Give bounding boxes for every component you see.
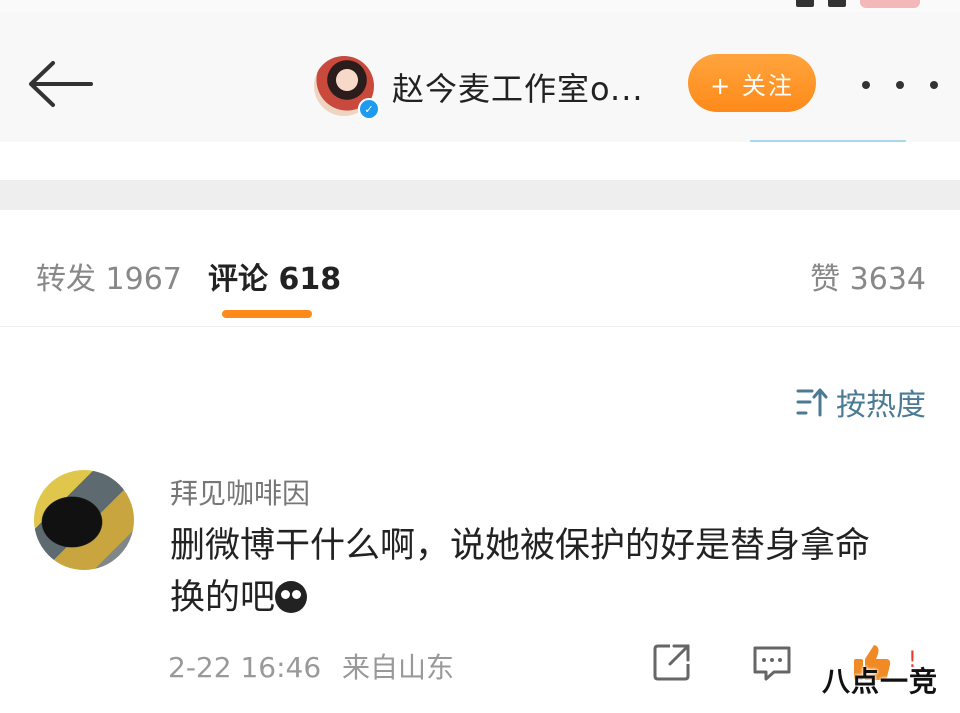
sort-button[interactable]: 按热度 xyxy=(796,380,926,424)
comment-text: 删微博干什么啊，说她被保护的好是替身拿命换的吧 xyxy=(170,520,890,624)
comment-source: 来自山东 xyxy=(342,651,455,684)
tab-bar: 转发 1967 评论 618 赞 3634 xyxy=(0,210,960,327)
comment-time: 2-22 16:46 xyxy=(168,651,322,684)
wifi-icon xyxy=(828,0,846,7)
comment-body: 删微博干什么啊，说她被保护的好是替身拿命换的吧 xyxy=(170,526,871,618)
section-gap xyxy=(0,180,960,210)
sort-icon xyxy=(796,388,828,417)
reply-button[interactable] xyxy=(750,640,794,684)
tab-like[interactable]: 赞 3634 xyxy=(810,254,926,298)
tab-repost[interactable]: 转发 1967 xyxy=(36,254,182,298)
divider xyxy=(0,142,960,180)
back-button[interactable] xyxy=(24,58,96,110)
tab-comment[interactable]: 评论 618 xyxy=(208,254,341,298)
account-name[interactable]: 赵今麦工作室o... xyxy=(392,64,644,110)
post-header: ✓ 赵今麦工作室o... + 关注 xyxy=(0,12,960,142)
sort-label: 按热度 xyxy=(836,388,926,423)
crying-emoji-icon xyxy=(275,581,308,613)
signal-icon xyxy=(796,0,814,7)
reply-icon xyxy=(753,646,791,681)
follow-button[interactable]: + 关注 xyxy=(688,54,816,112)
commenter-name[interactable]: 拜见咖啡因 xyxy=(170,472,310,512)
status-bar xyxy=(0,0,960,12)
commenter-avatar[interactable] xyxy=(34,470,134,570)
more-icon[interactable] xyxy=(862,70,938,100)
share-button[interactable] xyxy=(650,640,694,684)
back-arrow-icon xyxy=(29,61,93,107)
comment-meta: 2-22 16:46 来自山东 xyxy=(168,646,454,686)
watermark: 八点一竞 xyxy=(822,665,939,698)
verified-icon: ✓ xyxy=(358,98,380,120)
battery-icon xyxy=(860,0,920,8)
status-icons xyxy=(796,0,920,8)
share-icon xyxy=(653,644,690,681)
active-tab-indicator xyxy=(222,310,312,318)
